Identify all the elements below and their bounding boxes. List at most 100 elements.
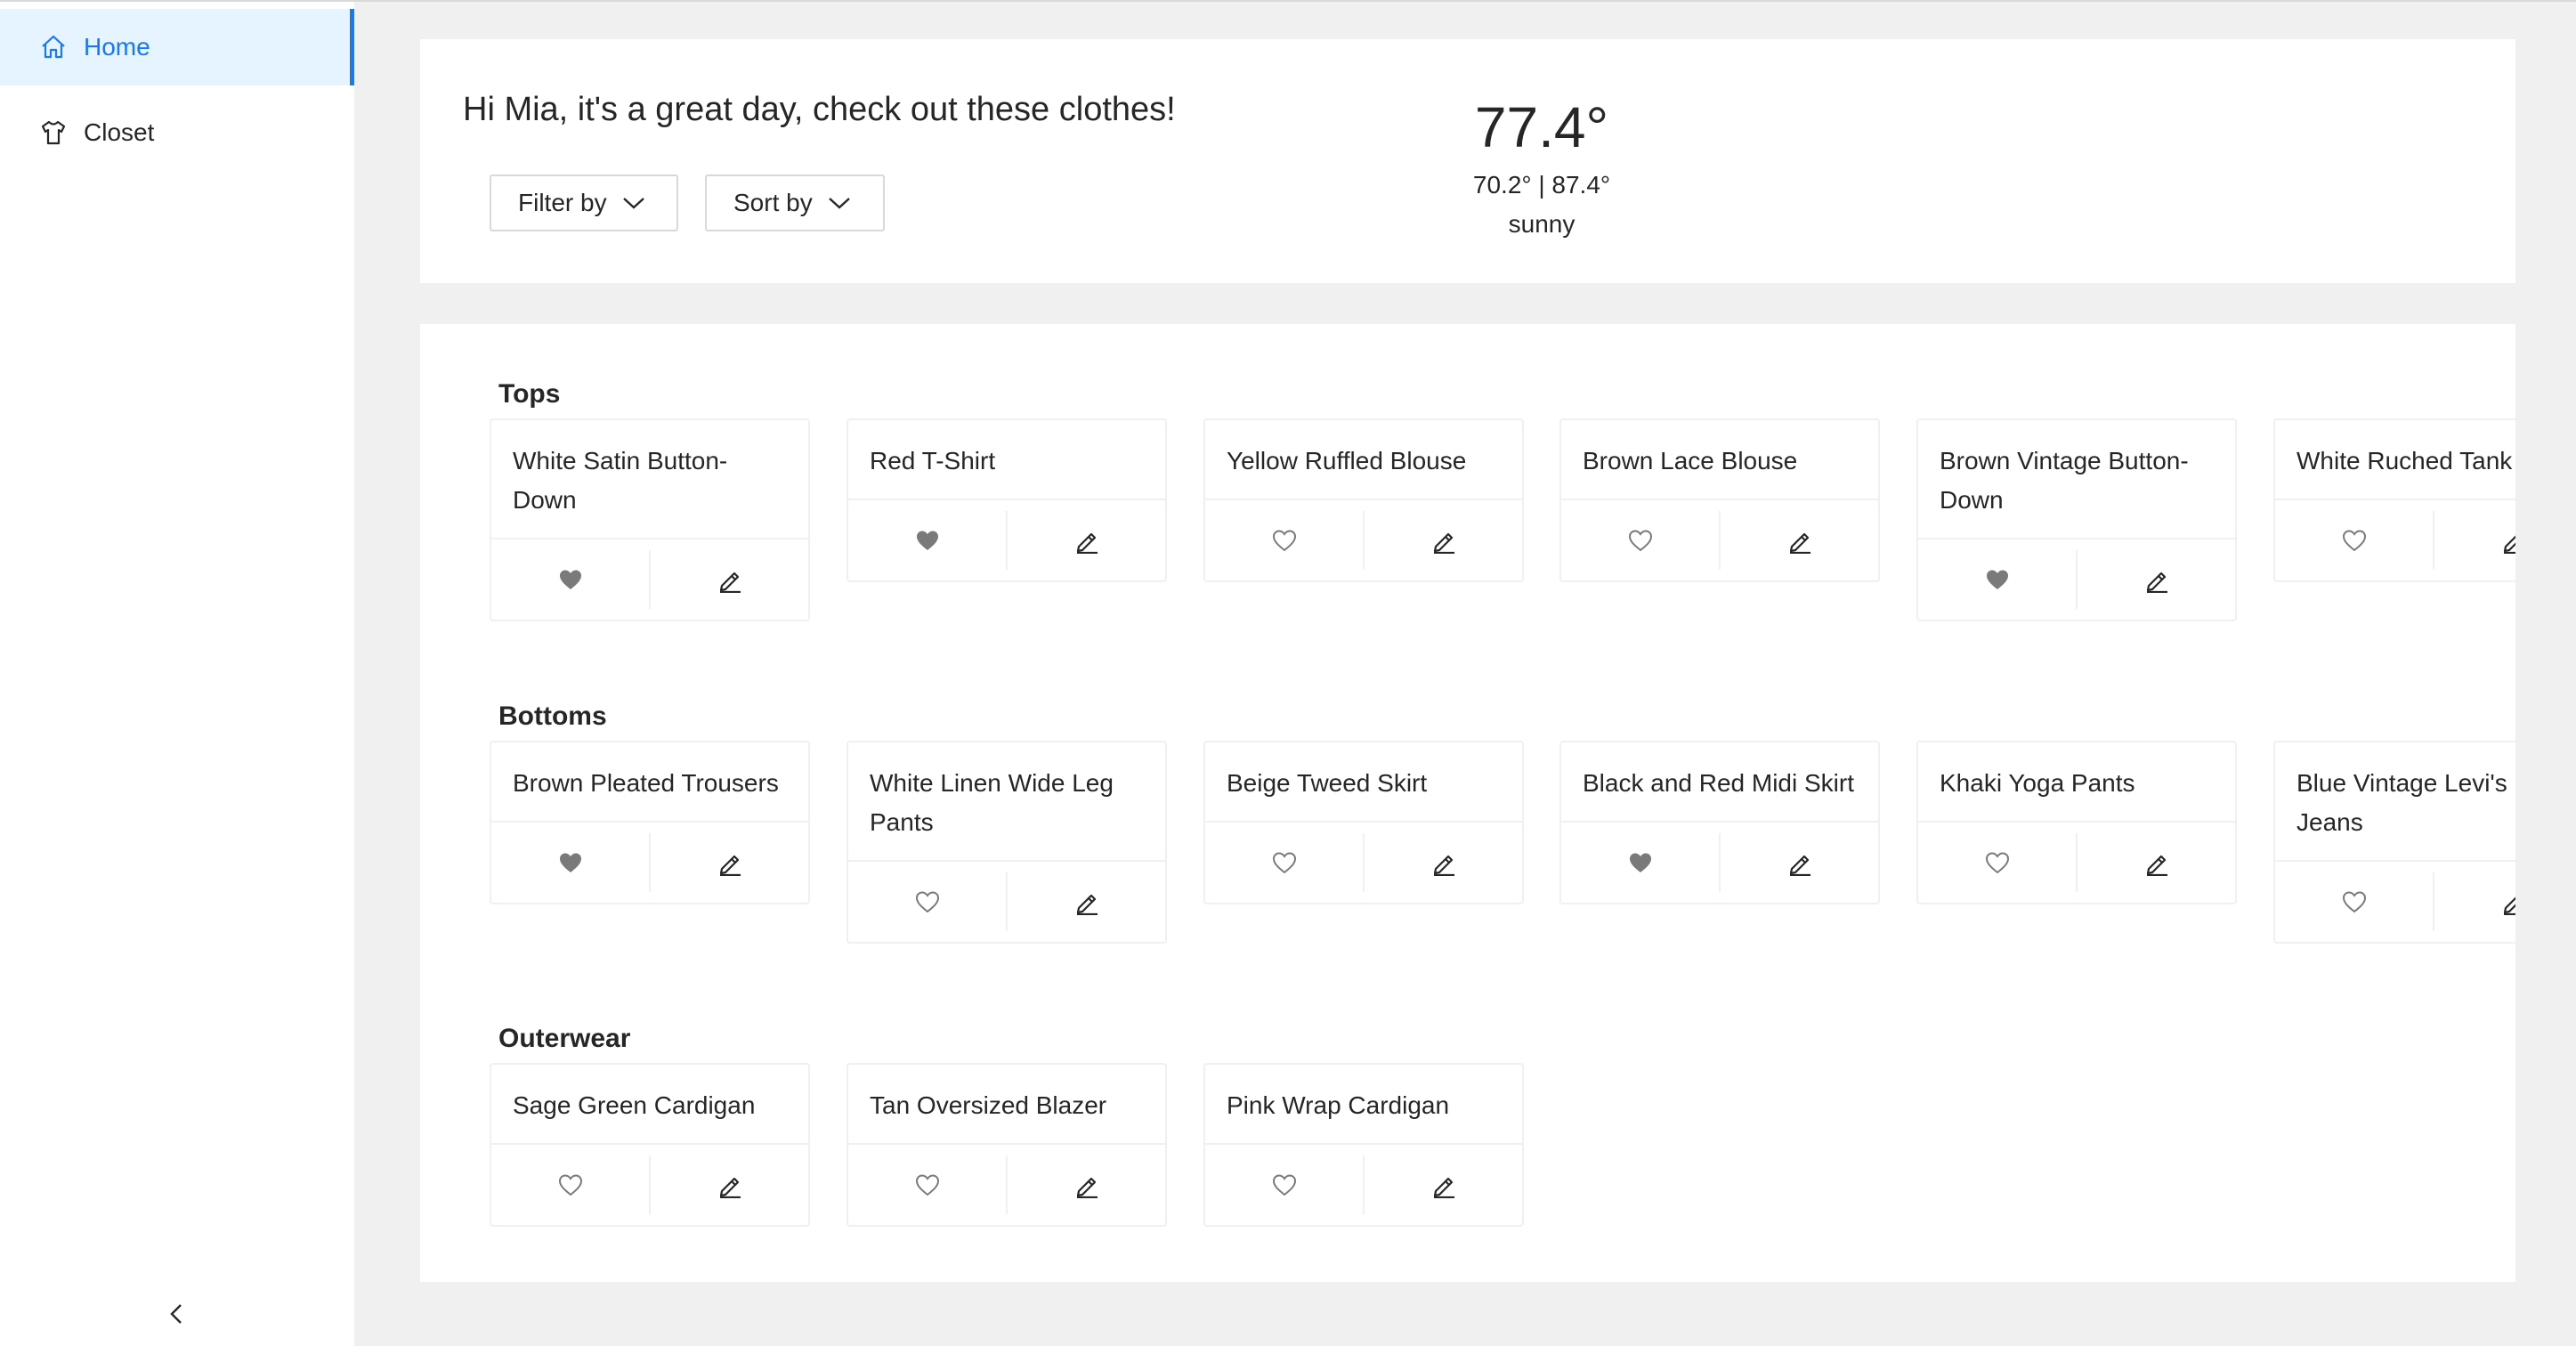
clothing-name: Blue Vintage Levi's Jeans — [2275, 742, 2515, 862]
edit-button[interactable] — [1006, 1155, 1165, 1214]
clothing-card[interactable]: Khaki Yoga Pants — [1916, 741, 2237, 904]
edit-button[interactable] — [1363, 511, 1522, 570]
edit-button[interactable] — [1006, 872, 1165, 931]
sidebar-item-label: Closet — [84, 118, 155, 146]
heart-outline-icon — [1271, 527, 1298, 554]
edit-button[interactable] — [649, 1155, 808, 1214]
clothing-card[interactable]: Brown Lace Blouse — [1559, 418, 1880, 582]
clothing-card[interactable]: Beige Tweed Skirt — [1203, 741, 1524, 904]
collapse-sidebar-button[interactable] — [158, 1296, 194, 1332]
favorite-button[interactable] — [1918, 833, 2076, 892]
filter-dropdown[interactable]: Filter by — [490, 174, 678, 231]
clothing-name: Tan Oversized Blazer — [848, 1065, 1165, 1145]
clothing-name: Brown Vintage Button-Down — [1918, 420, 2235, 539]
favorite-button[interactable] — [491, 550, 649, 609]
edit-button[interactable] — [1719, 833, 1878, 892]
favorite-button[interactable] — [1205, 1155, 1363, 1214]
heart-outline-icon — [914, 888, 941, 915]
clothing-card[interactable]: White Linen Wide Leg Pants — [847, 741, 1167, 944]
favorite-button[interactable] — [2275, 872, 2433, 931]
sort-dropdown[interactable]: Sort by — [705, 174, 885, 231]
favorite-button[interactable] — [491, 833, 649, 892]
heart-outline-icon — [1271, 1172, 1298, 1198]
card-actions — [1561, 500, 1878, 580]
card-actions — [848, 862, 1165, 942]
edit-button[interactable] — [2076, 550, 2235, 609]
heart-filled-icon — [1627, 849, 1654, 876]
favorite-button[interactable] — [848, 511, 1006, 570]
sort-label: Sort by — [733, 189, 813, 216]
heart-filled-icon — [914, 527, 941, 554]
edit-button[interactable] — [2433, 511, 2515, 570]
sidebar-item-closet[interactable]: Closet — [0, 94, 354, 171]
pencil-icon — [2500, 888, 2515, 915]
card-actions — [1205, 500, 1522, 580]
clothing-card[interactable]: Red T-Shirt — [847, 418, 1167, 582]
card-actions — [1205, 1145, 1522, 1225]
section-title: Tops — [498, 379, 561, 409]
clothing-card[interactable]: Brown Pleated Trousers — [490, 741, 810, 904]
edit-button[interactable] — [1363, 833, 1522, 892]
greeting-text: Hi Mia, it's a great day, check out thes… — [463, 91, 1176, 128]
favorite-button[interactable] — [491, 1155, 649, 1214]
clothing-card[interactable]: Blue Vintage Levi's Jeans — [2273, 741, 2515, 944]
pencil-icon — [717, 1172, 743, 1198]
sidebar-item-home[interactable]: Home — [0, 9, 354, 85]
favorite-button[interactable] — [1205, 833, 1363, 892]
heart-filled-icon — [1984, 566, 2011, 593]
pencil-icon — [1430, 1172, 1457, 1198]
card-actions — [2275, 862, 2515, 942]
pencil-icon — [1073, 527, 1100, 554]
edit-button[interactable] — [1006, 511, 1165, 570]
edit-button[interactable] — [649, 833, 808, 892]
clothing-card[interactable]: White Ruched Tank — [2273, 418, 2515, 582]
clothing-name: White Ruched Tank — [2275, 420, 2515, 500]
clothing-card[interactable]: Brown Vintage Button-Down — [1916, 418, 2237, 621]
edit-button[interactable] — [2433, 872, 2515, 931]
heart-outline-icon — [1271, 849, 1298, 876]
clothing-name: Pink Wrap Cardigan — [1205, 1065, 1522, 1145]
card-actions — [1918, 823, 2235, 903]
clothing-name: White Satin Button-Down — [491, 420, 808, 539]
shirt-icon — [39, 118, 68, 147]
pencil-icon — [1073, 1172, 1100, 1198]
heart-outline-icon — [557, 1172, 584, 1198]
card-actions — [848, 1145, 1165, 1225]
heart-filled-icon — [557, 566, 584, 593]
favorite-button[interactable] — [848, 872, 1006, 931]
edit-button[interactable] — [1719, 511, 1878, 570]
section-title: Outerwear — [498, 1024, 631, 1053]
pencil-icon — [2500, 527, 2515, 554]
chevron-down-icon — [621, 194, 646, 212]
clothing-card[interactable]: White Satin Button-Down — [490, 418, 810, 621]
edit-button[interactable] — [649, 550, 808, 609]
favorite-button[interactable] — [1918, 550, 2076, 609]
card-actions — [1205, 823, 1522, 903]
weather-range: 70.2° | 87.4° — [1472, 171, 1611, 199]
header-card: Hi Mia, it's a great day, check out thes… — [420, 39, 2515, 283]
edit-button[interactable] — [2076, 833, 2235, 892]
pencil-icon — [1430, 527, 1457, 554]
weather-condition: sunny — [1508, 210, 1576, 238]
clothing-name: Khaki Yoga Pants — [1918, 742, 2235, 823]
clothing-card[interactable]: Pink Wrap Cardigan — [1203, 1063, 1524, 1227]
edit-button[interactable] — [1363, 1155, 1522, 1214]
favorite-button[interactable] — [1561, 833, 1719, 892]
favorite-button[interactable] — [848, 1155, 1006, 1214]
pencil-icon — [717, 566, 743, 593]
section-title: Bottoms — [498, 701, 607, 731]
clothing-card[interactable]: Sage Green Cardigan — [490, 1063, 810, 1227]
clothing-card[interactable]: Tan Oversized Blazer — [847, 1063, 1167, 1227]
heart-outline-icon — [1627, 527, 1654, 554]
clothing-card[interactable]: Black and Red Midi Skirt — [1559, 741, 1880, 904]
heart-outline-icon — [2341, 888, 2368, 915]
favorite-button[interactable] — [2275, 511, 2433, 570]
clothing-name: Red T-Shirt — [848, 420, 1165, 500]
clothing-name: Black and Red Midi Skirt — [1561, 742, 1878, 823]
heart-outline-icon — [1984, 849, 2011, 876]
clothing-name: Yellow Ruffled Blouse — [1205, 420, 1522, 500]
favorite-button[interactable] — [1205, 511, 1363, 570]
clothing-card[interactable]: Yellow Ruffled Blouse — [1203, 418, 1524, 582]
favorite-button[interactable] — [1561, 511, 1719, 570]
card-actions — [2275, 500, 2515, 580]
